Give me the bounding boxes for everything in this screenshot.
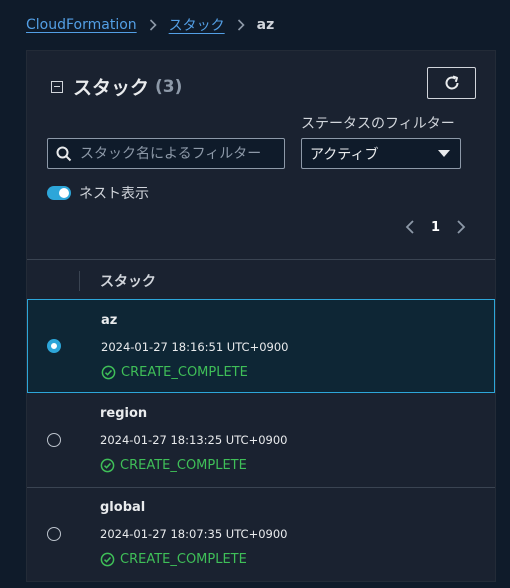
column-header-stack[interactable]: スタック bbox=[100, 271, 156, 291]
nested-view-label: ネスト表示 bbox=[79, 186, 149, 202]
check-circle-icon bbox=[100, 552, 115, 567]
pagination: 1 bbox=[405, 219, 466, 235]
breadcrumb-cloudformation-link[interactable]: CloudFormation bbox=[26, 17, 137, 33]
stack-name: az bbox=[101, 313, 118, 328]
status-filter-value: アクティブ bbox=[310, 146, 379, 163]
nested-view-toggle-row: ネスト表示 bbox=[47, 183, 149, 203]
search-input[interactable] bbox=[80, 145, 270, 162]
breadcrumb: CloudFormation スタック az bbox=[26, 14, 274, 36]
refresh-icon bbox=[445, 75, 458, 90]
divider bbox=[27, 259, 495, 260]
search-icon bbox=[56, 146, 72, 161]
next-page-icon[interactable] bbox=[456, 219, 466, 235]
stack-row[interactable]: global 2024-01-27 18:07:35 UTC+0900 CREA… bbox=[27, 487, 495, 581]
stack-status: CREATE_COMPLETE bbox=[100, 552, 247, 567]
stack-status-text: CREATE_COMPLETE bbox=[121, 365, 248, 380]
chevron-right-icon bbox=[237, 19, 245, 31]
stack-radio-selected[interactable] bbox=[47, 339, 61, 353]
stack-status: CREATE_COMPLETE bbox=[100, 458, 247, 473]
panel-header: スタック (3) ステータスのフィルター アクティブ ネスト表示 bbox=[27, 51, 495, 259]
stack-radio[interactable] bbox=[47, 433, 61, 447]
stack-status-text: CREATE_COMPLETE bbox=[120, 458, 247, 473]
panel-title: スタック bbox=[73, 77, 150, 99]
status-filter-label: ステータスのフィルター bbox=[301, 116, 455, 132]
nested-view-toggle[interactable] bbox=[47, 186, 71, 200]
column-separator bbox=[79, 271, 80, 291]
stack-created-date: 2024-01-27 18:16:51 UTC+0900 bbox=[101, 340, 289, 354]
search-box bbox=[47, 138, 285, 169]
current-page-number[interactable]: 1 bbox=[431, 220, 440, 235]
stack-status: CREATE_COMPLETE bbox=[101, 365, 248, 380]
stack-row[interactable]: az 2024-01-27 18:16:51 UTC+0900 CREATE_C… bbox=[27, 299, 495, 393]
stack-created-date: 2024-01-27 18:07:35 UTC+0900 bbox=[100, 527, 288, 541]
stack-name: global bbox=[100, 500, 146, 515]
stack-count: (3) bbox=[155, 76, 183, 97]
chevron-right-icon bbox=[149, 19, 157, 31]
panel-title-row[interactable]: スタック (3) bbox=[51, 73, 182, 100]
refresh-button[interactable] bbox=[427, 67, 476, 99]
stack-row[interactable]: region 2024-01-27 18:13:25 UTC+0900 CREA… bbox=[27, 393, 495, 487]
check-circle-icon bbox=[101, 365, 116, 380]
collapse-icon[interactable] bbox=[51, 80, 63, 93]
stack-created-date: 2024-01-27 18:13:25 UTC+0900 bbox=[100, 433, 288, 447]
status-filter-select[interactable]: アクティブ bbox=[301, 138, 461, 169]
check-circle-icon bbox=[100, 458, 115, 473]
previous-page-icon[interactable] bbox=[405, 219, 415, 235]
caret-down-icon bbox=[438, 150, 450, 157]
stack-status-text: CREATE_COMPLETE bbox=[120, 552, 247, 567]
breadcrumb-current: az bbox=[256, 17, 275, 33]
stacks-panel: スタック (3) ステータスのフィルター アクティブ ネスト表示 bbox=[26, 50, 496, 582]
stack-radio[interactable] bbox=[47, 527, 61, 541]
stack-name: region bbox=[100, 406, 148, 421]
breadcrumb-stacks-link[interactable]: スタック bbox=[169, 15, 225, 35]
table-header: スタック bbox=[27, 261, 495, 299]
